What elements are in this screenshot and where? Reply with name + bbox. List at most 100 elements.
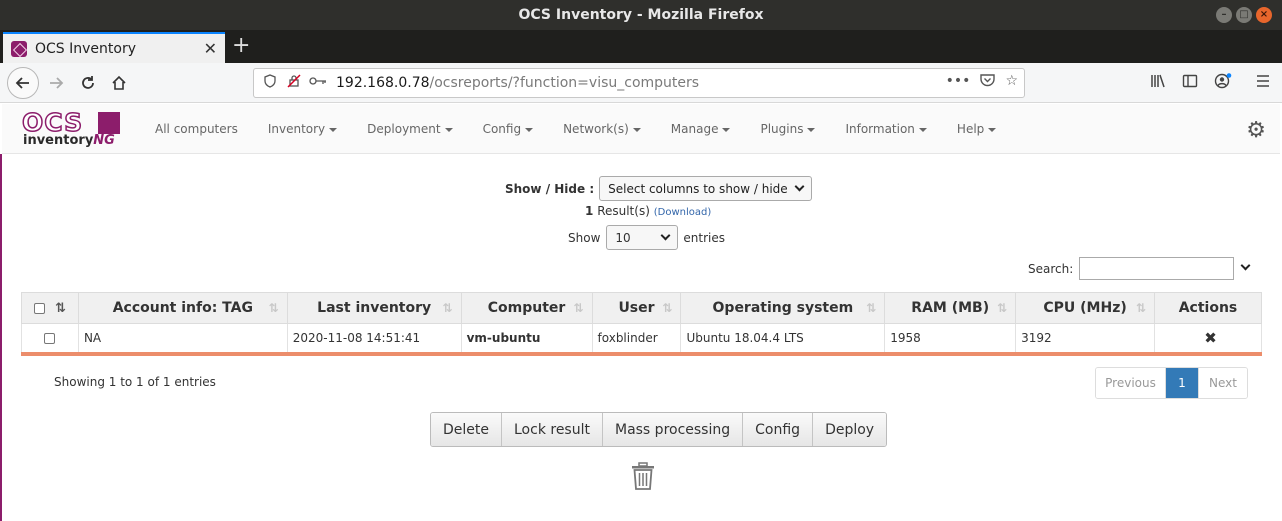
- select-all-checkbox[interactable]: [34, 302, 46, 314]
- close-window-icon[interactable]: ×: [1256, 7, 1272, 23]
- cell-user: foxblinder: [591, 323, 682, 354]
- cell-computer-link[interactable]: vm-ubuntu: [460, 323, 593, 354]
- back-arrow-icon: [15, 77, 29, 89]
- reload-icon: [82, 76, 94, 89]
- sidebar-icon[interactable]: [1182, 73, 1198, 89]
- header-last-inventory[interactable]: Last inventory ⇅: [286, 292, 462, 324]
- columns-select-value: Select columns to show / hide: [608, 181, 788, 196]
- caret-down-icon: [329, 127, 338, 132]
- select-all-header: ⇅: [21, 292, 79, 324]
- bookmark-star-icon[interactable]: ☆: [1005, 73, 1018, 91]
- sort-icon[interactable]: ⇅: [55, 301, 66, 316]
- config-button[interactable]: Config: [743, 413, 814, 446]
- home-icon: [112, 75, 126, 90]
- account-icon[interactable]: [1214, 73, 1232, 89]
- window-title: OCS Inventory - Mozilla Firefox: [518, 7, 764, 23]
- page-1-button[interactable]: 1: [1166, 368, 1199, 398]
- table-header-row: ⇅ Account info: TAG ⇅ Last inventory ⇅ Com…: [21, 292, 1262, 324]
- header-actions: Actions: [1154, 292, 1262, 324]
- lock-result-button[interactable]: Lock result: [502, 413, 603, 446]
- maximize-icon[interactable]: □: [1236, 7, 1252, 23]
- ocs-favicon-icon: [11, 40, 27, 57]
- tab-title: OCS Inventory: [35, 40, 137, 57]
- header-operating-system[interactable]: Operating system ⇅: [680, 292, 886, 324]
- tab-ocs-inventory[interactable]: OCS Inventory ✕: [3, 32, 225, 63]
- navigation-bar: 192.168.0.78/ocsreports/?function=visu_c…: [0, 63, 1282, 103]
- header-account-tag[interactable]: Account info: TAG ⇅: [77, 292, 288, 324]
- caret-down-icon: [988, 127, 997, 132]
- caret-down-icon: [807, 127, 816, 132]
- table-row: NA 2020-11-08 14:51:41 vm-ubuntu foxblin…: [21, 323, 1262, 354]
- insecure-connection-icon[interactable]: [282, 74, 306, 92]
- caret-down-icon: [918, 127, 927, 132]
- results-label: Result(s): [597, 204, 650, 218]
- sort-icon: ⇅: [997, 301, 1008, 315]
- url-bar[interactable]: 192.168.0.78/ocsreports/?function=visu_c…: [253, 68, 1025, 98]
- key-icon[interactable]: [306, 75, 330, 91]
- previous-page-button[interactable]: Previous: [1096, 368, 1166, 398]
- sort-icon: ⇅: [866, 301, 877, 315]
- table-info: Showing 1 to 1 of 1 entries: [54, 375, 216, 389]
- page-actions-icon[interactable]: •••: [946, 73, 971, 91]
- sort-icon: ⇅: [1135, 301, 1146, 315]
- next-page-button[interactable]: Next: [1199, 368, 1247, 398]
- forward-button[interactable]: [42, 69, 70, 97]
- cell-ram: 1958: [884, 323, 1017, 354]
- menu-help[interactable]: Help: [957, 122, 997, 136]
- shield-icon[interactable]: [258, 74, 282, 92]
- entries-length-row: Show 10 entries: [568, 225, 725, 250]
- app-navbar: OCS inventoryNG All computers Inventory …: [2, 104, 1280, 154]
- row-checkbox[interactable]: [44, 332, 56, 344]
- menu-manage[interactable]: Manage: [671, 122, 731, 136]
- window-titlebar: OCS Inventory - Mozilla Firefox – □ ×: [0, 0, 1282, 30]
- home-button[interactable]: [105, 69, 133, 97]
- minimize-icon[interactable]: –: [1216, 7, 1232, 23]
- sort-icon: ⇅: [573, 301, 584, 315]
- search-row: Search:: [1028, 257, 1251, 280]
- main-menu: All computers Inventory Deployment Confi…: [155, 104, 1026, 154]
- sort-icon: ⇅: [268, 301, 279, 315]
- close-tab-icon[interactable]: ✕: [204, 39, 217, 58]
- caret-down-icon: [444, 127, 453, 132]
- header-user[interactable]: User ⇅: [591, 292, 682, 324]
- menu-inventory[interactable]: Inventory: [268, 122, 338, 136]
- cell-os: Ubuntu 18.04.4 LTS: [680, 323, 886, 354]
- header-computer[interactable]: Computer ⇅: [460, 292, 593, 324]
- back-button[interactable]: [7, 67, 39, 99]
- delete-button[interactable]: Delete: [431, 413, 502, 446]
- menu-deployment[interactable]: Deployment: [367, 122, 453, 136]
- library-icon[interactable]: [1150, 73, 1166, 89]
- reload-button[interactable]: [74, 69, 102, 97]
- logo-inventory-text: inventoryNG: [23, 133, 115, 148]
- header-ram[interactable]: RAM (MB) ⇅: [884, 292, 1017, 324]
- cell-cpu: 3192: [1015, 323, 1155, 354]
- header-cpu[interactable]: CPU (MHz) ⇅: [1015, 292, 1155, 324]
- sort-icon: ⇅: [662, 301, 673, 315]
- delete-row-icon[interactable]: ✖: [1160, 329, 1261, 347]
- deploy-button[interactable]: Deploy: [813, 413, 887, 446]
- search-input[interactable]: [1079, 257, 1235, 280]
- mass-processing-button[interactable]: Mass processing: [602, 413, 744, 446]
- new-tab-icon[interactable]: +: [232, 32, 250, 60]
- menu-information[interactable]: Information: [845, 122, 927, 136]
- show-hide-row: Show / Hide : Select columns to show / h…: [505, 176, 812, 201]
- settings-gear-icon[interactable]: ⚙: [1246, 118, 1266, 143]
- menu-all-computers[interactable]: All computers: [155, 122, 238, 136]
- entries-select-value: 10: [615, 230, 631, 245]
- menu-networks[interactable]: Network(s): [563, 122, 641, 136]
- url-text[interactable]: 192.168.0.78/ocsreports/?function=visu_c…: [336, 75, 699, 91]
- menu-config[interactable]: Config: [483, 122, 534, 136]
- pagination: Previous 1 Next: [1095, 367, 1248, 399]
- menu-hamburger-icon[interactable]: [1255, 73, 1271, 89]
- columns-select[interactable]: Select columns to show / hide: [599, 176, 812, 201]
- menu-plugins[interactable]: Plugins: [760, 122, 816, 136]
- ocs-logo[interactable]: OCS inventoryNG: [21, 109, 122, 148]
- download-link[interactable]: (Download): [654, 207, 712, 218]
- show-label: Show: [568, 230, 601, 245]
- chevron-down-icon: [794, 181, 805, 192]
- search-options-chevron-icon[interactable]: [1240, 260, 1251, 271]
- trash-icon[interactable]: [631, 462, 655, 490]
- caret-down-icon: [525, 127, 534, 132]
- entries-select[interactable]: 10: [606, 225, 679, 250]
- pocket-icon[interactable]: [980, 73, 996, 91]
